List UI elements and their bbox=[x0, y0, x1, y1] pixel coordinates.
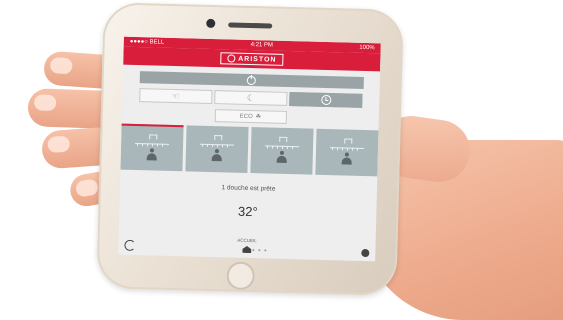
brand-name: ARISTON bbox=[238, 55, 277, 64]
home-tab-label: ACCUEIL bbox=[237, 237, 257, 244]
page-indicator bbox=[252, 249, 267, 252]
shower-tile-2[interactable] bbox=[185, 125, 249, 173]
mode-night-button[interactable]: ☾ bbox=[213, 90, 288, 106]
bottom-nav: ACCUEIL bbox=[118, 233, 375, 262]
app-screen: ●●●●○ BELL 4:21 PM 100% ARISTON ☜ ☾ ECO … bbox=[118, 36, 381, 262]
clock-icon bbox=[320, 94, 332, 106]
ariston-logo: ARISTON bbox=[220, 52, 284, 66]
battery-level: 100% bbox=[359, 44, 375, 52]
shower-head-icon bbox=[135, 136, 170, 145]
shower-head-icon bbox=[200, 137, 235, 146]
power-icon bbox=[246, 75, 256, 85]
power-button[interactable] bbox=[139, 71, 364, 89]
shower-head-icon bbox=[265, 138, 300, 147]
person-icon bbox=[212, 149, 222, 161]
ariston-logo-mark-icon bbox=[227, 54, 236, 63]
leaf-icon: ☘ bbox=[255, 114, 262, 121]
shower-tile-1[interactable] bbox=[120, 123, 184, 172]
mode-program-button[interactable] bbox=[289, 92, 363, 108]
water-temperature: 32° bbox=[237, 203, 258, 220]
moon-icon: ☾ bbox=[246, 92, 256, 103]
earpiece-speaker bbox=[228, 22, 273, 29]
person-icon bbox=[277, 150, 287, 162]
shower-tiles bbox=[120, 123, 379, 177]
phone-home-button[interactable] bbox=[226, 261, 256, 291]
mode-selector: ☜ ☾ bbox=[138, 88, 363, 108]
shower-ready-status: 1 douche est prête bbox=[221, 184, 276, 193]
smartphone: ●●●●○ BELL 4:21 PM 100% ARISTON ☜ ☾ ECO … bbox=[96, 2, 404, 296]
shower-tile-3[interactable] bbox=[250, 127, 314, 175]
person-icon bbox=[342, 152, 352, 164]
person-icon bbox=[147, 148, 157, 160]
eco-button[interactable]: ECO ☘ bbox=[214, 109, 287, 124]
eco-label: ECO bbox=[239, 113, 253, 120]
shower-tile-4[interactable] bbox=[315, 128, 379, 177]
shower-head-icon bbox=[330, 140, 365, 149]
mode-manual-button[interactable]: ☜ bbox=[138, 88, 213, 104]
carrier-label: ●●●●○ BELL bbox=[129, 38, 165, 46]
status-time: 4:21 PM bbox=[250, 41, 274, 49]
hand-icon: ☜ bbox=[171, 90, 180, 101]
refresh-icon[interactable] bbox=[124, 239, 136, 252]
front-camera bbox=[206, 18, 216, 29]
settings-gear-icon[interactable] bbox=[361, 248, 370, 258]
home-icon[interactable] bbox=[242, 246, 251, 253]
